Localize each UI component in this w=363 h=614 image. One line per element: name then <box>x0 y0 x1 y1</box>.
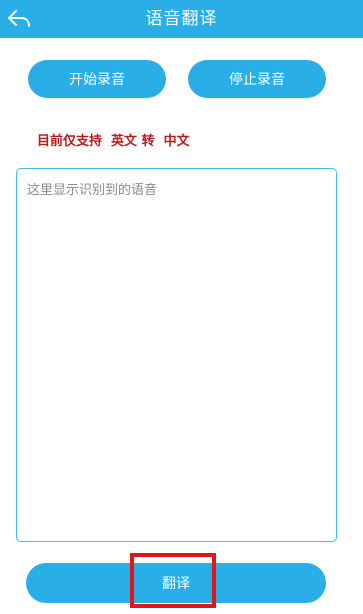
stop-recording-button[interactable]: 停止录音 <box>188 60 326 98</box>
translate-highlight-box <box>130 553 216 608</box>
language-support-notice: 目前仅支持 英文 转 中文 <box>37 134 190 149</box>
recognized-speech-field[interactable] <box>16 168 337 542</box>
title-bar: 语音翻译 <box>0 0 363 38</box>
start-recording-button[interactable]: 开始录音 <box>28 60 166 98</box>
page-title: 语音翻译 <box>145 9 218 29</box>
